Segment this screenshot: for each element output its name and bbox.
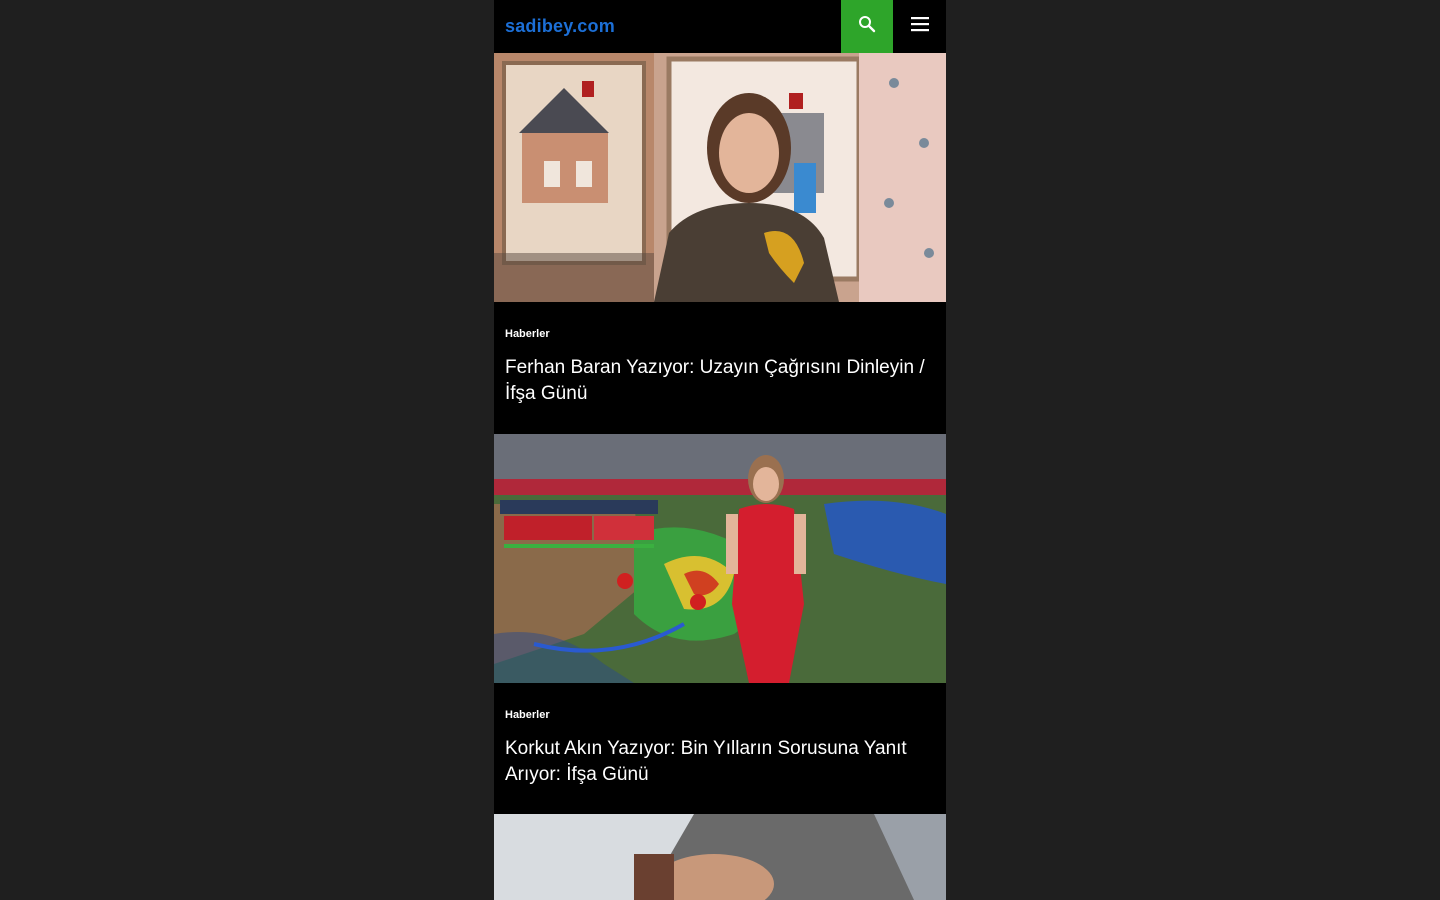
menu-button[interactable]	[893, 0, 946, 53]
search-icon	[858, 15, 876, 38]
article-category[interactable]: Haberler	[505, 709, 550, 721]
article-image[interactable]	[494, 434, 946, 683]
site-logo[interactable]: sadibey.com	[505, 16, 615, 37]
article-title[interactable]: Ferhan Baran Yazıyor: Uzayın Çağrısını D…	[505, 355, 937, 407]
mobile-page: sadibey.com Haberler Ferhan Baran Yazıyo…	[494, 0, 946, 900]
article-category[interactable]: Haberler	[505, 328, 550, 340]
article-title[interactable]: Korkut Akın Yazıyor: Bin Yılların Sorusu…	[505, 736, 937, 788]
article-image[interactable]	[494, 53, 946, 302]
article-card[interactable]	[494, 814, 946, 900]
site-header: sadibey.com	[494, 0, 946, 53]
article-card[interactable]: Haberler Ferhan Baran Yazıyor: Uzayın Ça…	[494, 53, 946, 433]
search-button[interactable]	[841, 0, 893, 53]
article-image[interactable]	[494, 814, 946, 900]
article-card[interactable]: Haberler Korkut Akın Yazıyor: Bin Yıllar…	[494, 433, 946, 813]
hamburger-menu-icon	[910, 16, 930, 37]
